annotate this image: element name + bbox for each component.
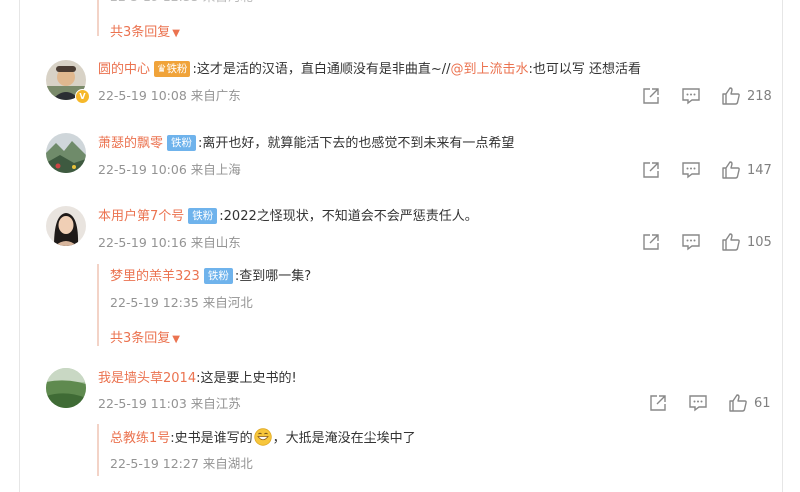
avatar[interactable] (46, 206, 86, 246)
share-icon[interactable] (641, 232, 661, 252)
comment-icon[interactable] (681, 160, 701, 180)
reply-bar (97, 264, 99, 346)
comment-text: 本用户第7个号 铁粉:2022之怪现状，不知道会不会严惩责任人。 (98, 208, 478, 224)
comment-icon[interactable] (688, 393, 708, 413)
reply-bar (97, 0, 99, 36)
comment-icon[interactable] (681, 232, 701, 252)
comment-meta: 22-5-19 10:16 来自山东 (98, 235, 241, 250)
like-icon[interactable] (721, 232, 741, 252)
comment-meta: 22-5-19 11:03 来自江苏 (98, 396, 241, 411)
fan-badge: 铁粉 (203, 268, 233, 284)
like-icon[interactable] (721, 160, 741, 180)
comment-text: 我是墙头草2014:这是要上史书的! (98, 371, 297, 386)
more-replies-link[interactable]: 共3条回复 ▼ (110, 21, 180, 40)
like-count: 218 (747, 88, 772, 104)
username-link[interactable]: 圆的中心 (98, 62, 150, 77)
comment-meta: 22-5-19 10:08 来自广东 (98, 88, 241, 103)
comment-actions: 61 (648, 393, 771, 413)
reply-bar (97, 424, 99, 476)
fan-badge: 铁粉 (188, 208, 218, 224)
like-count: 61 (754, 395, 771, 411)
comment-actions: 105 (641, 232, 772, 252)
username-link[interactable]: 我是墙头草2014 (98, 371, 196, 386)
fan-badge: 铁粉 (167, 135, 197, 151)
username-link[interactable]: 总教练1号 (110, 431, 170, 446)
like-icon[interactable] (721, 86, 741, 106)
avatar[interactable] (46, 368, 86, 408)
reply-text: 总教练1号:史书是谁写的 ，大抵是淹没在尘埃中了 (110, 428, 416, 452)
like-count: 105 (747, 234, 772, 250)
comment-actions: 218 (641, 86, 772, 106)
comment-icon[interactable] (681, 86, 701, 106)
verified-icon: V (75, 89, 90, 104)
share-icon[interactable] (641, 160, 661, 180)
comment-actions: 147 (641, 160, 772, 180)
share-icon[interactable] (641, 86, 661, 106)
username-link[interactable]: 本用户第7个号 (98, 209, 184, 224)
grin-emoji-icon (253, 428, 272, 452)
left-divider (19, 0, 20, 492)
comment-text: 圆的中心 ♛铁粉:这才是活的汉语，直白通顺没有是非曲直~//@到上流击水:也可以写… (98, 61, 642, 77)
more-replies-link[interactable]: 共3条回复 ▼ (110, 327, 180, 346)
mention-link[interactable]: @到上流击水 (450, 62, 528, 77)
like-icon[interactable] (728, 393, 748, 413)
reply-meta: 22-5-19 12:27 来自湖北 (110, 456, 253, 471)
comment-meta: 22-5-19 10:06 来自上海 (98, 162, 241, 177)
username-link[interactable]: 萧瑟的飘零 (98, 136, 163, 151)
fan-badge: ♛铁粉 (154, 61, 191, 77)
reply-text: 梦里的羔羊323 铁粉:查到哪一集? (110, 268, 312, 284)
share-icon[interactable] (648, 393, 668, 413)
username-link[interactable]: 梦里的羔羊323 (110, 269, 200, 284)
caret-down-icon: ▼ (172, 28, 180, 39)
like-count: 147 (747, 162, 772, 178)
comment-text: 萧瑟的飘零 铁粉:离开也好，就算能活下去的也感觉不到未来有一点希望 (98, 135, 515, 151)
cut-off-meta: 22-5-19 12:35 来自河北 (110, 0, 253, 5)
avatar[interactable] (46, 133, 86, 173)
right-divider (782, 0, 783, 492)
reply-meta: 22-5-19 12:35 来自河北 (110, 295, 253, 310)
caret-down-icon: ▼ (172, 334, 180, 345)
